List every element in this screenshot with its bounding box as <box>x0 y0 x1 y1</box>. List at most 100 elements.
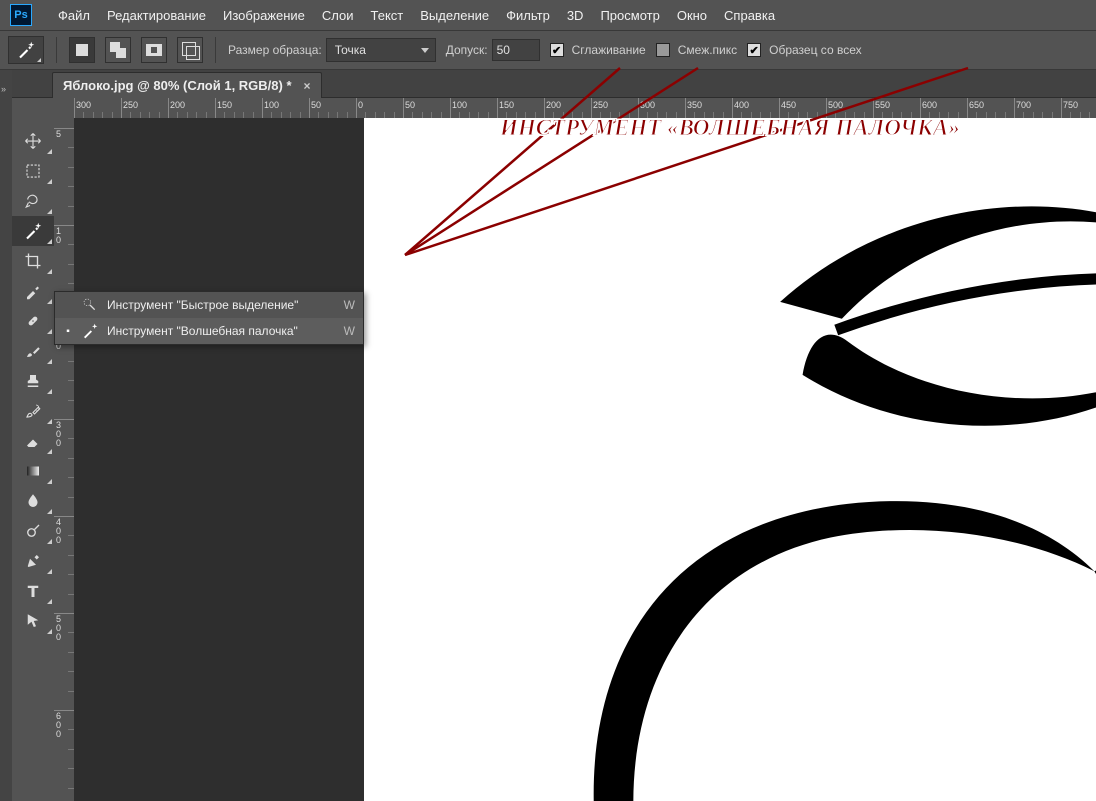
history-brush-icon <box>24 402 42 420</box>
menu-file[interactable]: Файл <box>52 4 96 27</box>
tool-eraser[interactable] <box>12 426 54 456</box>
tool-lasso[interactable] <box>12 186 54 216</box>
separator <box>215 37 216 63</box>
selection-new-button[interactable] <box>69 37 95 63</box>
menu-filter[interactable]: Фильтр <box>500 4 556 27</box>
squares-add-icon <box>110 42 126 58</box>
flyout-item-label: Инструмент "Волшебная палочка" <box>107 324 336 338</box>
gradient-icon <box>24 462 42 480</box>
tolerance-input[interactable] <box>492 39 540 61</box>
tool-stamp[interactable] <box>12 366 54 396</box>
selection-intersect-button[interactable] <box>177 37 203 63</box>
document-tab-title: Яблоко.jpg @ 80% (Слой 1, RGB/8) * <box>63 78 292 93</box>
antialias-group[interactable]: ✔ Сглаживание <box>550 43 646 57</box>
ruler-vertical[interactable]: 510200300400500600 <box>54 118 74 801</box>
document-artwork <box>364 118 1096 801</box>
menu-select[interactable]: Выделение <box>414 4 495 27</box>
selection-add-button[interactable] <box>105 37 131 63</box>
tool-marquee[interactable] <box>12 156 54 186</box>
eraser-icon <box>24 432 42 450</box>
magic-wand-icon <box>81 323 99 339</box>
quick-select-icon <box>81 297 99 313</box>
document-tab-bar: Яблоко.jpg @ 80% (Слой 1, RGB/8) * × <box>12 70 1096 98</box>
healing-icon <box>24 312 42 330</box>
tolerance-group: Допуск: <box>446 39 540 61</box>
tolerance-label: Допуск: <box>446 43 488 57</box>
document-tab[interactable]: Яблоко.jpg @ 80% (Слой 1, RGB/8) * × <box>52 72 322 98</box>
menu-window[interactable]: Окно <box>671 4 713 27</box>
type-icon <box>24 582 42 600</box>
contiguous-label: Смеж.пикс <box>678 43 737 57</box>
menu-edit[interactable]: Редактирование <box>101 4 212 27</box>
current-tool-indicator[interactable] <box>8 36 44 64</box>
grip-icon: » <box>1 84 6 94</box>
eyedropper-icon <box>24 282 42 300</box>
tool-move[interactable] <box>12 126 54 156</box>
flyout-item-shortcut: W <box>344 324 355 338</box>
sample-size-group: Размер образца: Точка <box>228 38 436 62</box>
move-icon <box>24 132 42 150</box>
canvas-area[interactable] <box>74 118 1096 801</box>
ruler-horizontal[interactable]: 3002502001501005005010015020025030035040… <box>74 98 1096 118</box>
menu-view[interactable]: Просмотр <box>594 4 665 27</box>
all-layers-group[interactable]: ✔ Образец со всех <box>747 43 861 57</box>
menu-bar: Ps Файл Редактирование Изображение Слои … <box>0 0 1096 30</box>
magic-wand-icon <box>24 222 42 240</box>
tool-crop[interactable] <box>12 246 54 276</box>
sample-size-value: Точка <box>335 43 366 57</box>
tool-type[interactable] <box>12 576 54 606</box>
separator <box>56 37 57 63</box>
app-logo-icon: Ps <box>10 4 32 26</box>
menu-text[interactable]: Текст <box>365 4 410 27</box>
side-strip: » <box>0 70 12 801</box>
all-layers-label: Образец со всех <box>769 43 861 57</box>
blur-icon <box>24 492 42 510</box>
tool-dodge[interactable] <box>12 516 54 546</box>
workspace: Инструмент "Быстрое выделение" W ▪ Инстр… <box>12 98 1096 801</box>
menu-image[interactable]: Изображение <box>217 4 311 27</box>
close-icon[interactable]: × <box>304 79 311 93</box>
tool-pen[interactable] <box>12 546 54 576</box>
ruler-corner <box>54 98 74 118</box>
pen-icon <box>24 552 42 570</box>
sample-size-label: Размер образца: <box>228 43 322 57</box>
squares-sub-icon <box>146 44 162 56</box>
tool-brush[interactable] <box>12 336 54 366</box>
flyout-quick-selection[interactable]: Инструмент "Быстрое выделение" W <box>55 292 363 318</box>
menu-help[interactable]: Справка <box>718 4 781 27</box>
flyout-item-shortcut: W <box>344 298 355 312</box>
canvas-holder: 3002502001501005005010015020025030035040… <box>54 98 1096 801</box>
tool-healing[interactable] <box>12 306 54 336</box>
menu-3d[interactable]: 3D <box>561 4 590 27</box>
menu-layers[interactable]: Слои <box>316 4 360 27</box>
dodge-icon <box>24 522 42 540</box>
square-icon <box>76 44 88 56</box>
magic-wand-icon <box>17 41 35 59</box>
contiguous-group[interactable]: ✔ Смеж.пикс <box>656 43 737 57</box>
tool-gradient[interactable] <box>12 456 54 486</box>
tool-path-select[interactable] <box>12 606 54 636</box>
flyout-active-mark: ▪ <box>63 326 73 337</box>
checkbox-unchecked-icon[interactable]: ✔ <box>656 43 670 57</box>
document-canvas[interactable] <box>364 118 1096 801</box>
marquee-icon <box>24 162 42 180</box>
tool-history-brush[interactable] <box>12 396 54 426</box>
tool-blur[interactable] <box>12 486 54 516</box>
sample-size-select[interactable]: Точка <box>326 38 436 62</box>
selection-subtract-button[interactable] <box>141 37 167 63</box>
flyout-magic-wand[interactable]: ▪ Инструмент "Волшебная палочка" W <box>55 318 363 344</box>
tool-flyout-menu: Инструмент "Быстрое выделение" W ▪ Инстр… <box>54 291 364 345</box>
arrow-icon <box>24 612 42 630</box>
tool-eyedropper[interactable] <box>12 276 54 306</box>
canvas-pasteboard <box>74 118 364 801</box>
squares-intersect-icon <box>182 42 198 58</box>
tool-magic-wand[interactable] <box>12 216 54 246</box>
stamp-icon <box>24 372 42 390</box>
brush-icon <box>24 342 42 360</box>
checkbox-checked-icon[interactable]: ✔ <box>747 43 761 57</box>
tools-toolbar <box>12 98 54 801</box>
crop-icon <box>24 252 42 270</box>
checkbox-checked-icon[interactable]: ✔ <box>550 43 564 57</box>
options-bar: Размер образца: Точка Допуск: ✔ Сглажива… <box>0 30 1096 70</box>
lasso-icon <box>24 192 42 210</box>
